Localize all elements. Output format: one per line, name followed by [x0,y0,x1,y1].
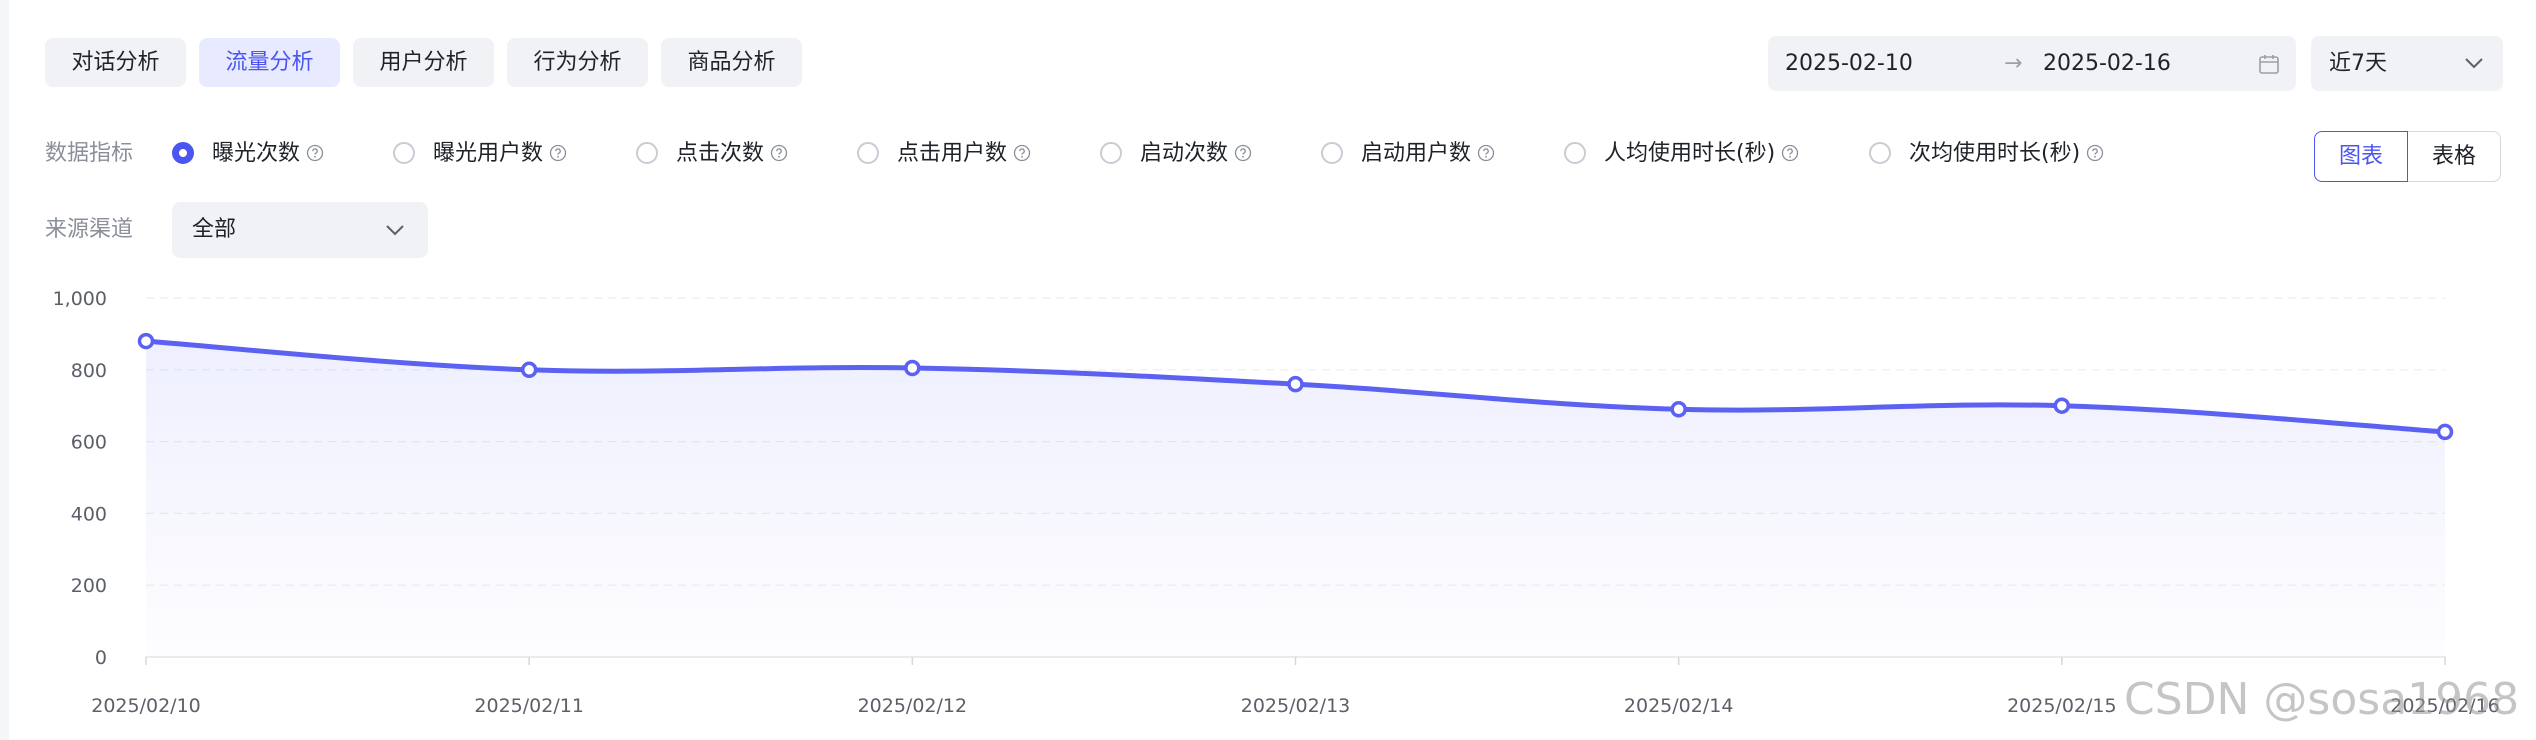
x-tick-label: 2025/02/15 [2007,695,2117,717]
data-point [520,361,538,379]
y-tick-label: 0 [95,647,107,669]
y-tick-label: 200 [71,575,107,597]
data-point [904,359,921,377]
x-tick-label: 2025/02/12 [858,695,968,717]
y-tick-label: 600 [71,432,107,454]
data-point [137,332,155,350]
y-tick-label: 1,000 [53,288,107,310]
chart-view-button[interactable]: 图表 [2314,131,2408,182]
x-tick-label: 2025/02/14 [1624,695,1734,717]
data-point [1670,401,1687,418]
x-tick-label: 2025/02/16 [2390,695,2500,717]
traffic-line-chart: 0 200 400 600 800 1,000 2025/02/10 2025/02/11 20… [53,288,2500,717]
x-tick-label: 2025/02/13 [1241,695,1351,717]
x-tick-label: 2025/02/11 [474,695,584,717]
y-tick-label: 800 [71,360,107,382]
y-tick-label: 400 [71,503,107,525]
data-point [2436,423,2454,441]
data-point [2053,397,2071,414]
data-point [1287,375,1304,393]
x-tick-label: 2025/02/10 [91,695,201,717]
